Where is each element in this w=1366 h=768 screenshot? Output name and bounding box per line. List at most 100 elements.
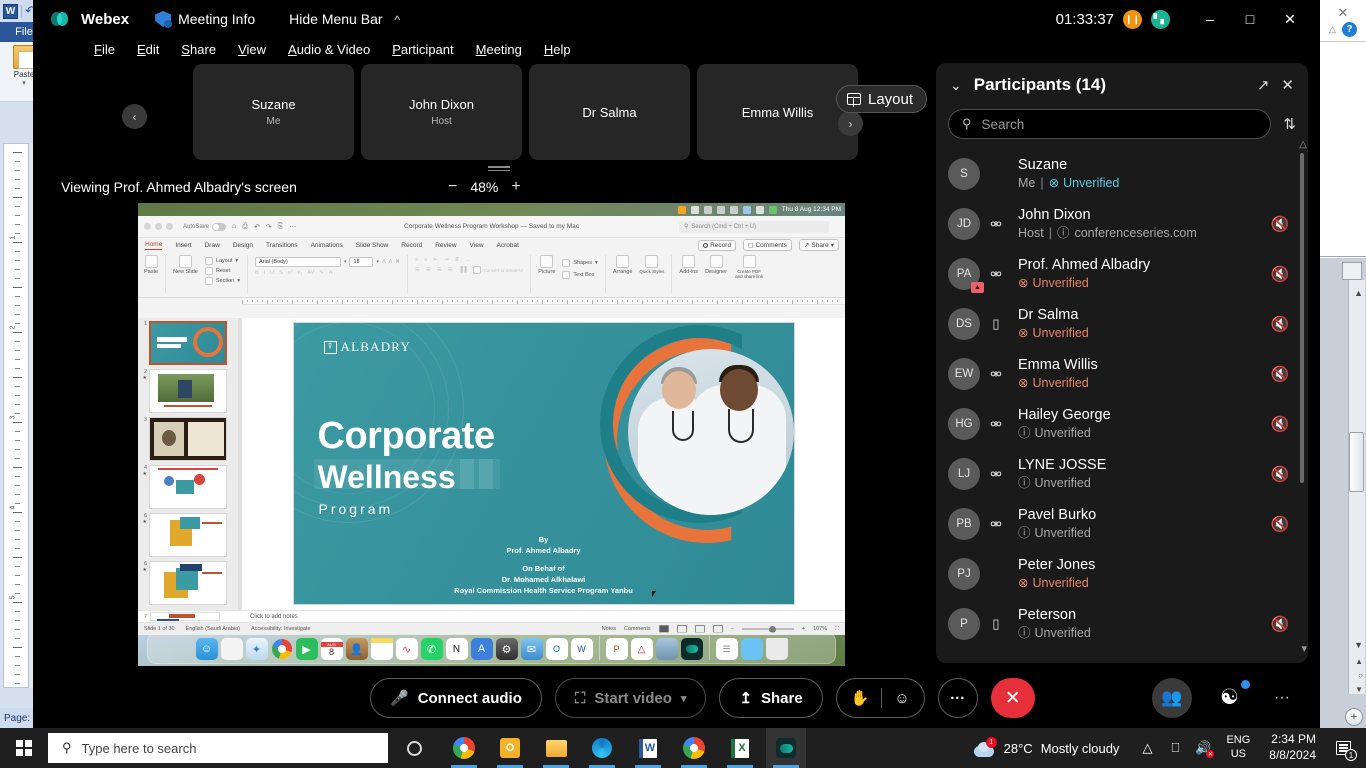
next-page-icon[interactable]: ▼: [1355, 685, 1363, 694]
reset-button[interactable]: Reset: [204, 267, 240, 275]
strip-next-button[interactable]: ›: [838, 111, 863, 136]
end-meeting-button[interactable]: ✕: [990, 678, 1035, 718]
scroll-down-icon[interactable]: ▼: [1354, 640, 1363, 650]
menu-item-help[interactable]: Help: [533, 42, 582, 57]
clear-formatting-icon[interactable]: ✖: [395, 259, 400, 265]
text-highlight-icon[interactable]: ✎: [319, 270, 324, 276]
add-ins-group[interactable]: Add-ins: [679, 255, 698, 275]
thumbnail-image[interactable]: [150, 612, 221, 621]
volume-muted-icon[interactable]: 🔊 ✕: [1189, 728, 1217, 768]
whatsapp-icon[interactable]: ✆: [420, 638, 443, 660]
redo-icon[interactable]: ↷: [266, 223, 272, 231]
slide-editing-stage[interactable]: ⍒ ALBADRY Corporate Wellness Program By …: [242, 318, 845, 610]
video-tile[interactable]: Dr Salma: [529, 64, 690, 160]
shared-screen[interactable]: Thu 8 Aug 12:34 PM AutoSave ⌂ ⎙ ↶ ↷ ⎘ ⋯ …: [138, 203, 845, 666]
powerpoint-window[interactable]: AutoSave ⌂ ⎙ ↶ ↷ ⎘ ⋯ Corporate Wellness …: [138, 216, 845, 635]
text-direction-icon[interactable]: →: [465, 257, 471, 263]
meeting-info-icon[interactable]: [155, 11, 173, 28]
taskbar-search-box[interactable]: ⚲ Type here to search: [48, 733, 388, 763]
justify-icon[interactable]: ☰: [448, 267, 453, 273]
downloads-folder-icon[interactable]: [740, 638, 763, 660]
notes-placeholder[interactable]: Click to add notes: [250, 614, 298, 620]
ppt-search-field[interactable]: ⚲ Search (Cmd + Ctrl + U): [679, 220, 829, 233]
arrange-group[interactable]: Arrange: [613, 255, 632, 275]
participant-row[interactable]: PB ⚮ Pavel Burko ⓘ Unverified 🔇: [936, 499, 1308, 549]
mute-state[interactable]: 🔇: [1268, 615, 1292, 633]
cortana-button[interactable]: [388, 740, 440, 756]
close-icon[interactable]: ✕: [1338, 5, 1349, 21]
mute-state[interactable]: 🔇: [1268, 465, 1292, 483]
strip-resize-handle[interactable]: [488, 164, 510, 172]
taskbar-chrome-2[interactable]: [674, 728, 714, 768]
align-center-icon[interactable]: ☰: [426, 267, 431, 273]
designer-icon[interactable]: [709, 255, 723, 268]
text-box-button[interactable]: Text Box: [562, 271, 597, 279]
language-indicator[interactable]: ENG US: [1217, 734, 1259, 762]
ppt-tab-insert[interactable]: Insert: [175, 242, 191, 249]
ppt-tab-home[interactable]: Home: [145, 241, 163, 250]
ppt-tab-review[interactable]: Review: [435, 242, 456, 249]
thumbnail-image[interactable]: [149, 321, 227, 365]
select-object-icon[interactable]: ○: [1358, 671, 1363, 680]
thumbnail-image[interactable]: [149, 513, 227, 557]
document-title[interactable]: Corporate Wellness Program Workshop — Sa…: [404, 223, 579, 230]
share-button[interactable]: ↗ Share ▾: [798, 239, 839, 251]
paste-icon[interactable]: [13, 45, 35, 69]
reactions-icon[interactable]: ☺: [894, 690, 909, 707]
quick-styles-icon[interactable]: [645, 255, 659, 268]
thumbnail-image[interactable]: [149, 465, 227, 509]
trash-icon[interactable]: [765, 638, 788, 660]
taskbar-webex[interactable]: [766, 728, 806, 768]
freeform-icon[interactable]: ∿: [395, 638, 418, 660]
taskbar-edge[interactable]: [582, 728, 622, 768]
thumbnail-image[interactable]: [149, 561, 227, 605]
participant-row[interactable]: P ▯ Peterson ⓘ Unverified 🔇: [936, 599, 1308, 649]
paste-icon[interactable]: [144, 255, 158, 268]
font-size-select[interactable]: 18: [349, 257, 374, 267]
thumbnail-image[interactable]: [149, 417, 227, 461]
bold-icon[interactable]: B: [255, 270, 259, 276]
taskbar-chrome-1[interactable]: [444, 728, 484, 768]
preview-icon[interactable]: [655, 638, 678, 660]
slide-canvas[interactable]: ⍒ ALBADRY Corporate Wellness Program By …: [293, 323, 794, 604]
menu-item-share[interactable]: Share: [170, 42, 227, 57]
participant-row[interactable]: PA ▲ ⚮ Prof. Ahmed Albadry ⊗ Unverified 🔇: [936, 249, 1308, 299]
word-icon[interactable]: W: [570, 638, 593, 660]
more-options-button[interactable]: ···: [937, 678, 978, 718]
slide-thumbnail[interactable]: 1: [138, 321, 242, 369]
pause-recording-icon[interactable]: ❙❙: [1123, 9, 1142, 29]
mute-state[interactable]: 🔇: [1268, 265, 1292, 283]
font-color-icon[interactable]: A: [329, 270, 333, 276]
menu-item-participant[interactable]: Participant: [381, 42, 464, 57]
ppt-tab-draw[interactable]: Draw: [205, 242, 220, 249]
collapse-panel-icon[interactable]: ⌄: [950, 77, 962, 94]
share-button[interactable]: ↥ Share: [719, 678, 823, 718]
record-button[interactable]: Record: [698, 239, 737, 251]
new-slide-icon[interactable]: [178, 255, 192, 268]
participant-row[interactable]: LJ ⚮ LYNE JOSSE ⓘ Unverified 🔇: [936, 449, 1308, 499]
mute-state[interactable]: 🔇: [1268, 415, 1292, 433]
underline-icon[interactable]: U: [270, 270, 274, 276]
document-stack-icon[interactable]: ☰: [715, 638, 738, 660]
columns-icon[interactable]: ▐▐: [459, 267, 467, 273]
menu-item-view[interactable]: View: [227, 42, 277, 57]
slide-thumbnail-panel[interactable]: 1 2 ★ 3 4 ★ 6 ★ 6 ★: [138, 318, 242, 610]
chrome-icon[interactable]: [271, 638, 293, 660]
increase-indent-icon[interactable]: ⇥: [444, 257, 449, 263]
help-icon[interactable]: ?: [1341, 21, 1357, 37]
participant-row[interactable]: PJ Peter Jones ⊗ Unverified: [936, 549, 1308, 599]
layout-button[interactable]: Layout ▾: [204, 257, 240, 265]
ppt-tab-view[interactable]: View: [470, 242, 484, 249]
zoom-in-button[interactable]: +: [511, 178, 520, 196]
start-video-button[interactable]: ⛶ Start video ▾: [554, 678, 707, 718]
participants-button[interactable]: 👥: [1152, 678, 1193, 718]
scroll-down-icon[interactable]: ▾: [1301, 642, 1307, 655]
participant-row[interactable]: EW ⚮ Emma Willis ⊗ Unverified 🔇: [936, 349, 1308, 399]
close-button[interactable]: ✕: [1270, 0, 1310, 38]
subscript-icon[interactable]: x₂: [297, 270, 302, 276]
video-tile[interactable]: John Dixon Host: [361, 64, 522, 160]
outlook-icon[interactable]: O: [545, 638, 568, 660]
minimize-button[interactable]: –: [1190, 0, 1230, 38]
menu-item-edit[interactable]: Edit: [126, 42, 170, 57]
italic-icon[interactable]: I: [264, 270, 266, 276]
